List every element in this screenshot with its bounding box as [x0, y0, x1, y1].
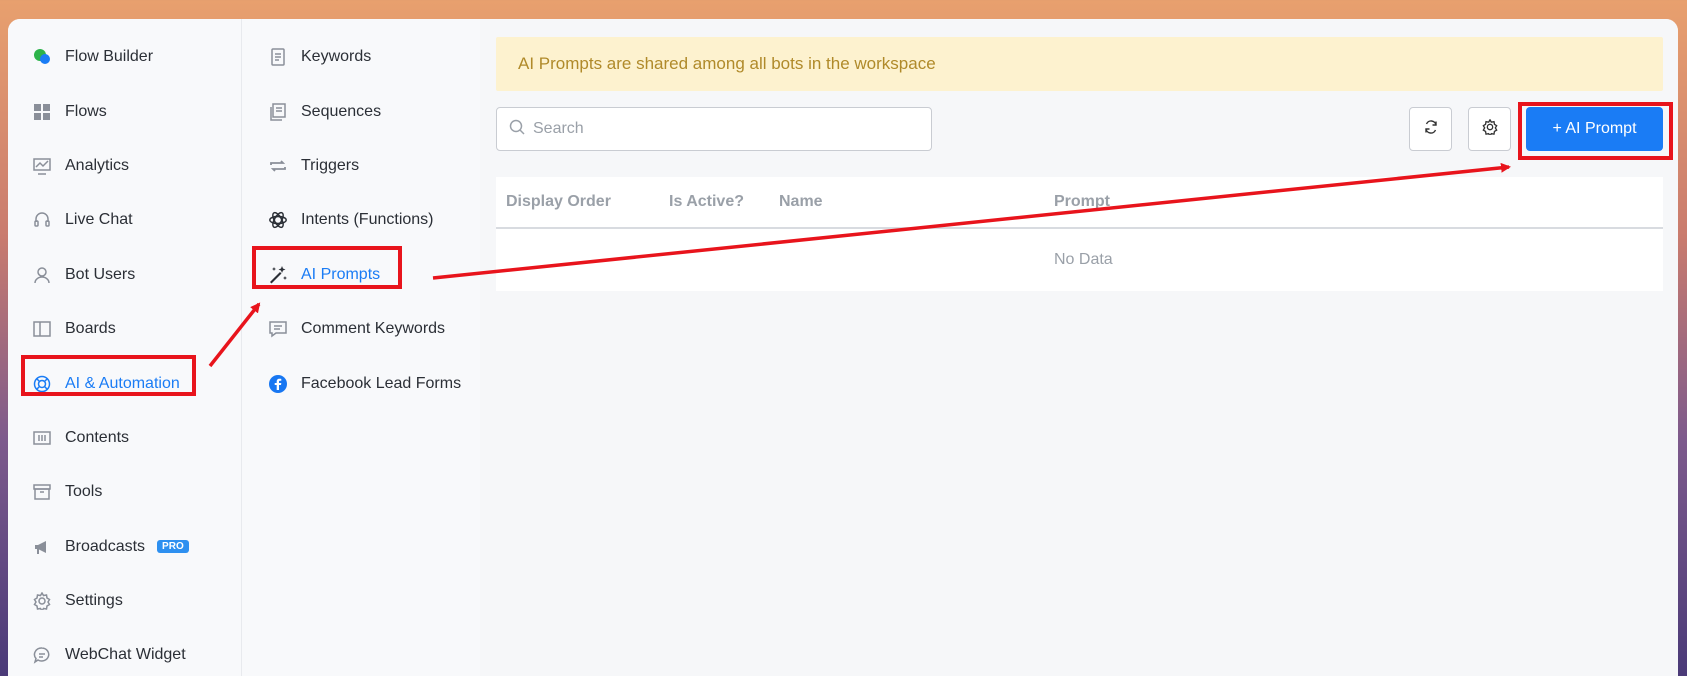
submenu-item-comment-keywords[interactable]: Comment Keywords — [242, 302, 480, 356]
sidebar-item-flow-builder[interactable]: Flow Builder — [8, 30, 241, 84]
settings-button[interactable] — [1468, 107, 1511, 151]
sidebar-item-label: Settings — [65, 592, 123, 610]
sidebar-item-label: Bot Users — [65, 265, 136, 283]
submenu-item-label: Comment Keywords — [301, 320, 446, 338]
gear-icon — [32, 591, 52, 611]
sidebar-item-label: WebChat Widget — [65, 646, 186, 664]
board-icon — [32, 319, 52, 339]
info-banner: AI Prompts are shared among all bots in … — [496, 37, 1663, 91]
sidebar-item-label: Flows — [65, 102, 107, 120]
sidebar-item-label: Flow Builder — [65, 48, 154, 66]
sidebar-item-label: AI & Automation — [65, 374, 180, 392]
main-sidebar: Flow Builder Flows Analytics Live Chat B… — [8, 19, 242, 676]
magic-wand-icon — [268, 265, 288, 285]
submenu-item-label: Facebook Lead Forms — [301, 374, 462, 392]
chat-bubbles-icon — [32, 47, 52, 67]
user-icon — [32, 265, 52, 285]
sidebar-item-tools[interactable]: Tools — [8, 465, 241, 519]
facebook-icon — [268, 374, 288, 394]
table-body: No Data — [496, 229, 1663, 291]
submenu-item-keywords[interactable]: Keywords — [242, 30, 480, 84]
sidebar-item-contents[interactable]: Contents — [8, 411, 241, 465]
sidebar-item-ai-automation[interactable]: AI & Automation — [8, 356, 241, 410]
sidebar-item-boards[interactable]: Boards — [8, 302, 241, 356]
openai-icon — [268, 210, 288, 230]
sidebar-item-label: Contents — [65, 428, 130, 446]
submenu-item-label: Sequences — [301, 102, 382, 120]
megaphone-icon — [32, 537, 52, 557]
sidebar-item-webchat-widget[interactable]: WebChat Widget — [8, 628, 241, 676]
submenu-item-label: Triggers — [301, 156, 360, 174]
column-header-name[interactable]: Name — [769, 193, 1044, 211]
comment-icon — [268, 319, 288, 339]
main-content: AI Prompts are shared among all bots in … — [480, 19, 1678, 676]
chat-icon — [32, 645, 52, 665]
archive-icon — [32, 482, 52, 502]
submenu-item-triggers[interactable]: Triggers — [242, 139, 480, 193]
sidebar-item-analytics[interactable]: Analytics — [8, 139, 241, 193]
sidebar-item-broadcasts[interactable]: Broadcasts PRO — [8, 520, 241, 574]
ai-automation-submenu: Keywords Sequences Triggers Intents (Fun… — [242, 19, 480, 676]
sidebar-item-live-chat[interactable]: Live Chat — [8, 193, 241, 247]
grid-icon — [32, 102, 52, 122]
document-icon — [268, 47, 288, 67]
sidebar-item-bot-users[interactable]: Bot Users — [8, 248, 241, 302]
sidebar-item-settings[interactable]: Settings — [8, 574, 241, 628]
search-box[interactable] — [496, 107, 932, 151]
refresh-icon — [1424, 119, 1438, 139]
gear-icon — [1481, 118, 1498, 140]
submenu-item-facebook-lead-forms[interactable]: Facebook Lead Forms — [242, 356, 480, 410]
submenu-item-label: Keywords — [301, 48, 372, 66]
sidebar-item-label: Broadcasts — [65, 537, 146, 555]
sidebar-item-flows[interactable]: Flows — [8, 84, 241, 138]
contents-icon — [32, 428, 52, 448]
toolbar: + AI Prompt — [496, 107, 1663, 151]
sidebar-item-label: Live Chat — [65, 211, 133, 229]
add-ai-prompt-button[interactable]: + AI Prompt — [1526, 107, 1663, 151]
submenu-item-label: Intents (Functions) — [301, 211, 434, 229]
search-icon — [509, 119, 525, 140]
repeat-icon — [268, 156, 288, 176]
column-header-is-active[interactable]: Is Active? — [659, 193, 769, 211]
empty-state-text: No Data — [1054, 251, 1113, 268]
table-header: Display Order Is Active? Name Prompt — [496, 177, 1663, 229]
chart-icon — [32, 156, 52, 176]
headset-icon — [32, 210, 52, 230]
ai-prompts-table: Display Order Is Active? Name Prompt No … — [496, 177, 1663, 291]
column-header-prompt[interactable]: Prompt — [1044, 193, 1110, 211]
submenu-item-intents[interactable]: Intents (Functions) — [242, 193, 480, 247]
stack-icon — [268, 102, 288, 122]
search-input[interactable] — [533, 120, 913, 138]
pro-badge: PRO — [157, 540, 189, 554]
sidebar-item-label: Boards — [65, 320, 116, 338]
submenu-item-sequences[interactable]: Sequences — [242, 84, 480, 138]
sidebar-item-label: Tools — [65, 483, 103, 501]
lifebuoy-icon — [32, 374, 52, 394]
column-header-display-order[interactable]: Display Order — [496, 193, 659, 211]
app-window: Flow Builder Flows Analytics Live Chat B… — [8, 19, 1678, 676]
sidebar-item-label: Analytics — [65, 156, 130, 174]
submenu-item-ai-prompts[interactable]: AI Prompts — [242, 248, 480, 302]
refresh-button[interactable] — [1409, 107, 1452, 151]
submenu-item-label: AI Prompts — [301, 265, 381, 283]
